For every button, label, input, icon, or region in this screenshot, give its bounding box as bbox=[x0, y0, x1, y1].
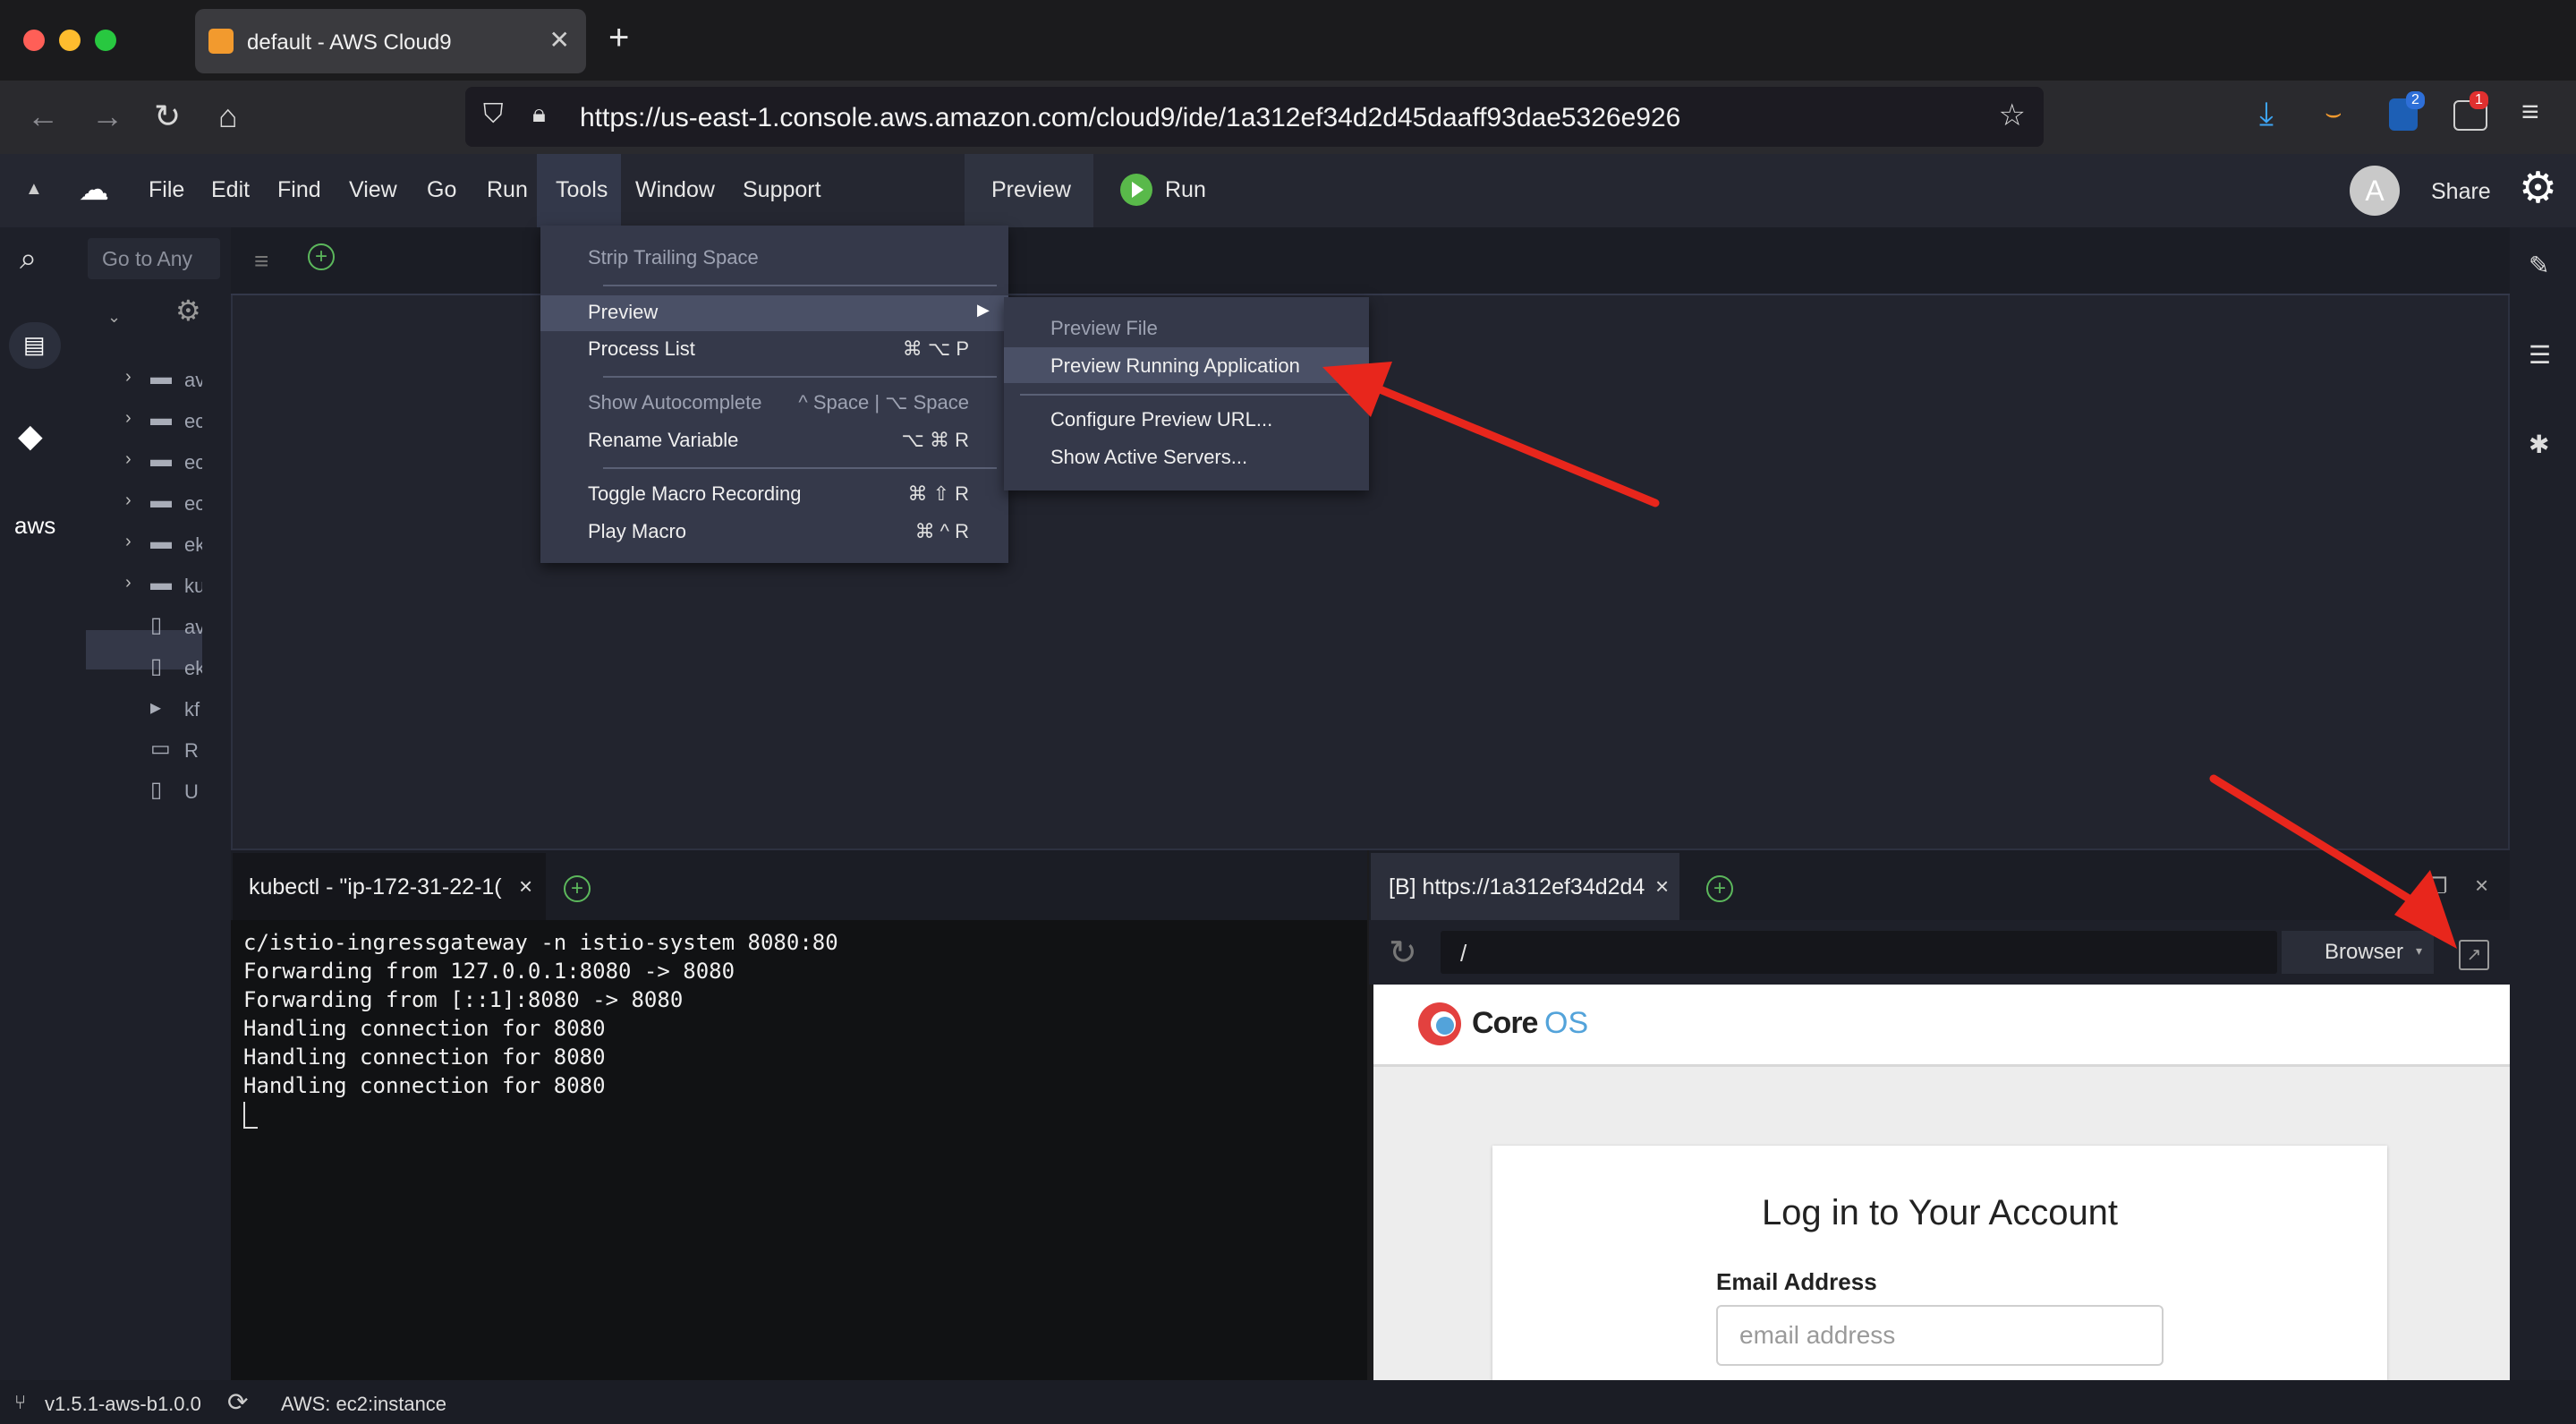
annotation-arrow bbox=[1322, 362, 1660, 507]
annotation-arrow bbox=[2209, 774, 2457, 949]
annotation-arrows bbox=[1322, 362, 2457, 949]
